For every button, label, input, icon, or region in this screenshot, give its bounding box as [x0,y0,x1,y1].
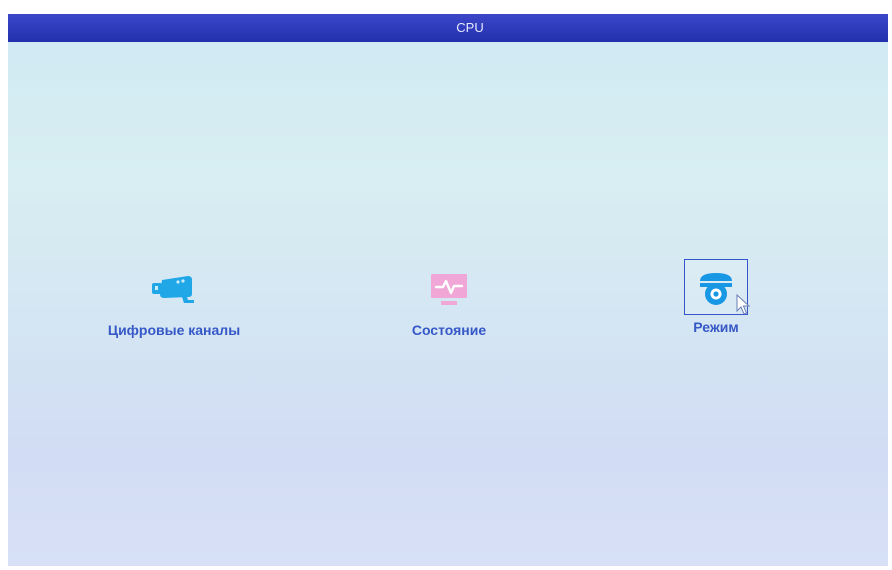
camera-icon [152,276,194,303]
menu-item-label: Цифровые каналы [107,322,241,338]
menu-item-label: Режим [693,319,739,335]
mouse-cursor-icon [736,294,750,315]
title-bar: CPU [8,14,888,42]
menu-item-digital-channels[interactable]: Цифровые каналы [94,262,254,338]
menu-item-status[interactable]: Состояние [374,262,524,338]
menu-item-label: Состояние [411,322,487,338]
dvr-screen: CPU Цифровые каналы Состояние Режим [8,14,888,566]
menu-item-mode[interactable]: Режим [660,259,772,335]
camera-icon-box [142,262,206,318]
window-title: CPU [456,20,484,35]
monitor-pulse-icon [431,274,467,305]
dome-camera-icon [700,273,732,305]
monitor-icon-box [417,262,481,318]
